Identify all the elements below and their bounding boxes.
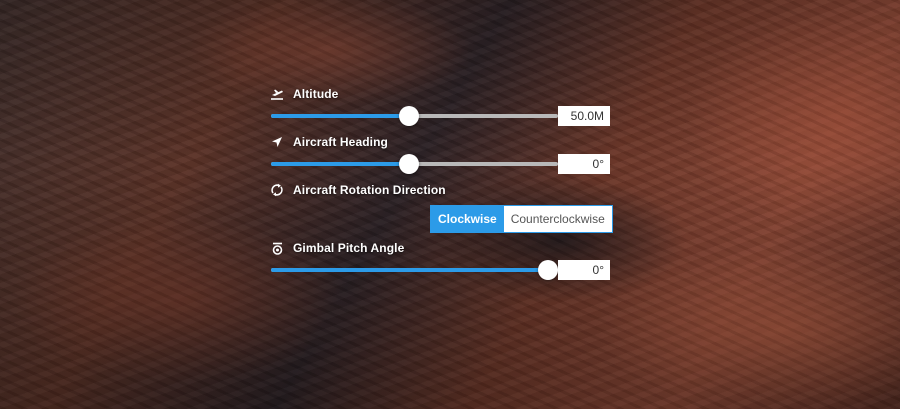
heading-label: Aircraft Heading [293,135,388,149]
rotation-label-row: Aircraft Rotation Direction [270,181,610,199]
gimbal-slider-row: 0° [270,257,610,287]
gimbal-label-row: Gimbal Pitch Angle [270,239,610,257]
rotation-direction-row: Clockwise Counterclockwise [270,199,613,235]
rotation-label: Aircraft Rotation Direction [293,183,446,197]
altitude-slider-fill [271,114,409,118]
rotation-icon [270,183,284,197]
airplane-takeoff-icon [270,87,284,101]
altitude-label-row: Altitude [270,85,610,103]
heading-slider-fill [271,162,409,166]
heading-value-input[interactable]: 0° [558,154,610,174]
altitude-label: Altitude [293,87,339,101]
clockwise-option[interactable]: Clockwise [431,206,504,232]
counterclockwise-option[interactable]: Counterclockwise [503,206,612,232]
navigation-arrow-icon [270,135,284,149]
altitude-value-input[interactable]: 50.0M [558,106,610,126]
gimbal-value-input[interactable]: 0° [558,260,610,280]
heading-slider-thumb[interactable] [398,154,419,174]
heading-label-row: Aircraft Heading [270,133,610,151]
waypoint-settings-panel: Altitude 50.0M Aircraft Heading 0° Aircr… [270,85,613,287]
heading-slider-row: 0° [270,151,610,181]
gimbal-label: Gimbal Pitch Angle [293,241,405,255]
gimbal-slider-thumb[interactable] [537,260,558,280]
gimbal-slider-fill [271,268,548,272]
altitude-slider-row: 50.0M [270,103,610,133]
altitude-slider-thumb[interactable] [398,106,419,126]
heading-slider[interactable] [271,154,558,174]
gimbal-camera-icon [270,241,284,255]
rotation-direction-toggle: Clockwise Counterclockwise [430,205,613,233]
gimbal-slider[interactable] [271,260,558,280]
altitude-slider[interactable] [271,106,558,126]
